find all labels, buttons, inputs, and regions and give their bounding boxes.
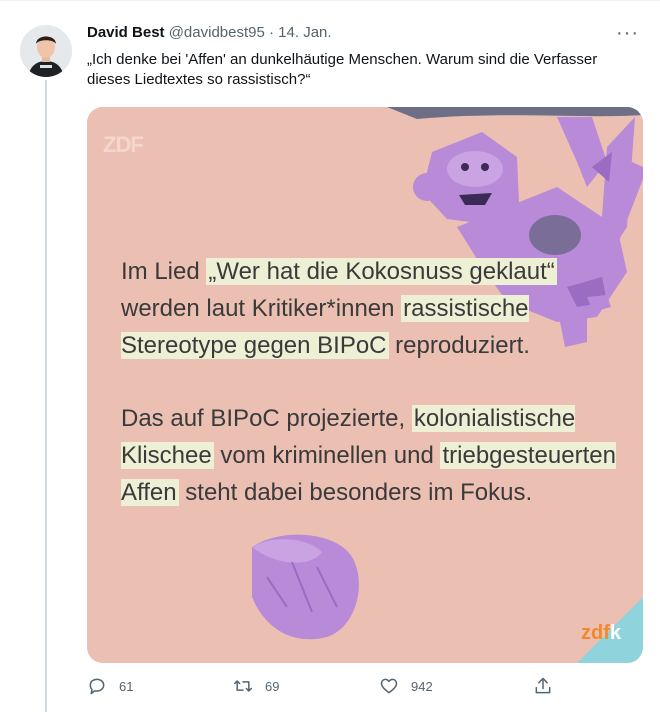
thread-line	[45, 80, 47, 712]
share-button[interactable]	[533, 676, 565, 696]
tweet-actions: 61 69 942	[87, 676, 567, 702]
p2-text-c: steht dabei besonders im Fokus.	[178, 479, 533, 506]
image-text: Im Lied „Wer hat die Kokosnuss geklaut“ …	[121, 253, 621, 547]
reply-button[interactable]: 61	[87, 676, 133, 696]
retweet-button[interactable]: 69	[233, 676, 279, 696]
tweet-header: David Best @davidbest95 · 14. Jan.	[87, 24, 332, 41]
reply-count: 61	[119, 678, 134, 694]
heart-icon	[380, 678, 398, 694]
like-button[interactable]: 942	[379, 676, 433, 696]
author-name[interactable]: David Best	[87, 24, 165, 41]
p1-text-b: werden laut Kritiker*innen	[121, 295, 402, 322]
top-divider	[0, 0, 660, 1]
author-handle[interactable]: @davidbest95	[169, 24, 265, 41]
reply-icon	[89, 678, 105, 695]
p1-text-a: Im Lied	[121, 258, 207, 285]
tweet-text: „Ich denke bei 'Affen' an dunkelhäutige …	[87, 51, 598, 88]
retweet-count: 69	[265, 678, 280, 694]
retweet-icon	[233, 680, 253, 692]
image-paragraph-1: Im Lied „Wer hat die Kokosnuss geklaut“ …	[121, 253, 621, 364]
share-icon	[535, 677, 551, 694]
tweet-image[interactable]: ZDF Im Lied „Wer hat die Kokosnuss gekla…	[87, 107, 643, 663]
more-options-icon[interactable]: ···	[616, 22, 639, 45]
image-paragraph-2: Das auf BIPoC projezierte, kolonialistis…	[121, 400, 621, 511]
p2-text-b: vom kriminellen und	[213, 442, 441, 469]
p1-highlight-a: „Wer hat die Kokosnuss geklaut“	[206, 258, 557, 285]
avatar[interactable]	[20, 25, 72, 77]
zdf-logo: ZDF	[103, 132, 144, 157]
zdfk-logo-k: k	[609, 622, 621, 644]
like-count: 942	[411, 678, 433, 694]
zdfk-logo-zdf: zdf	[580, 622, 610, 644]
header-separator: ·	[269, 24, 274, 41]
tweet-date[interactable]: 14. Jan.	[278, 24, 331, 41]
p2-text-a: Das auf BIPoC projezierte,	[121, 405, 412, 432]
zdfk-logo: zdfk	[581, 622, 621, 645]
p1-text-c: reproduziert.	[388, 332, 530, 359]
